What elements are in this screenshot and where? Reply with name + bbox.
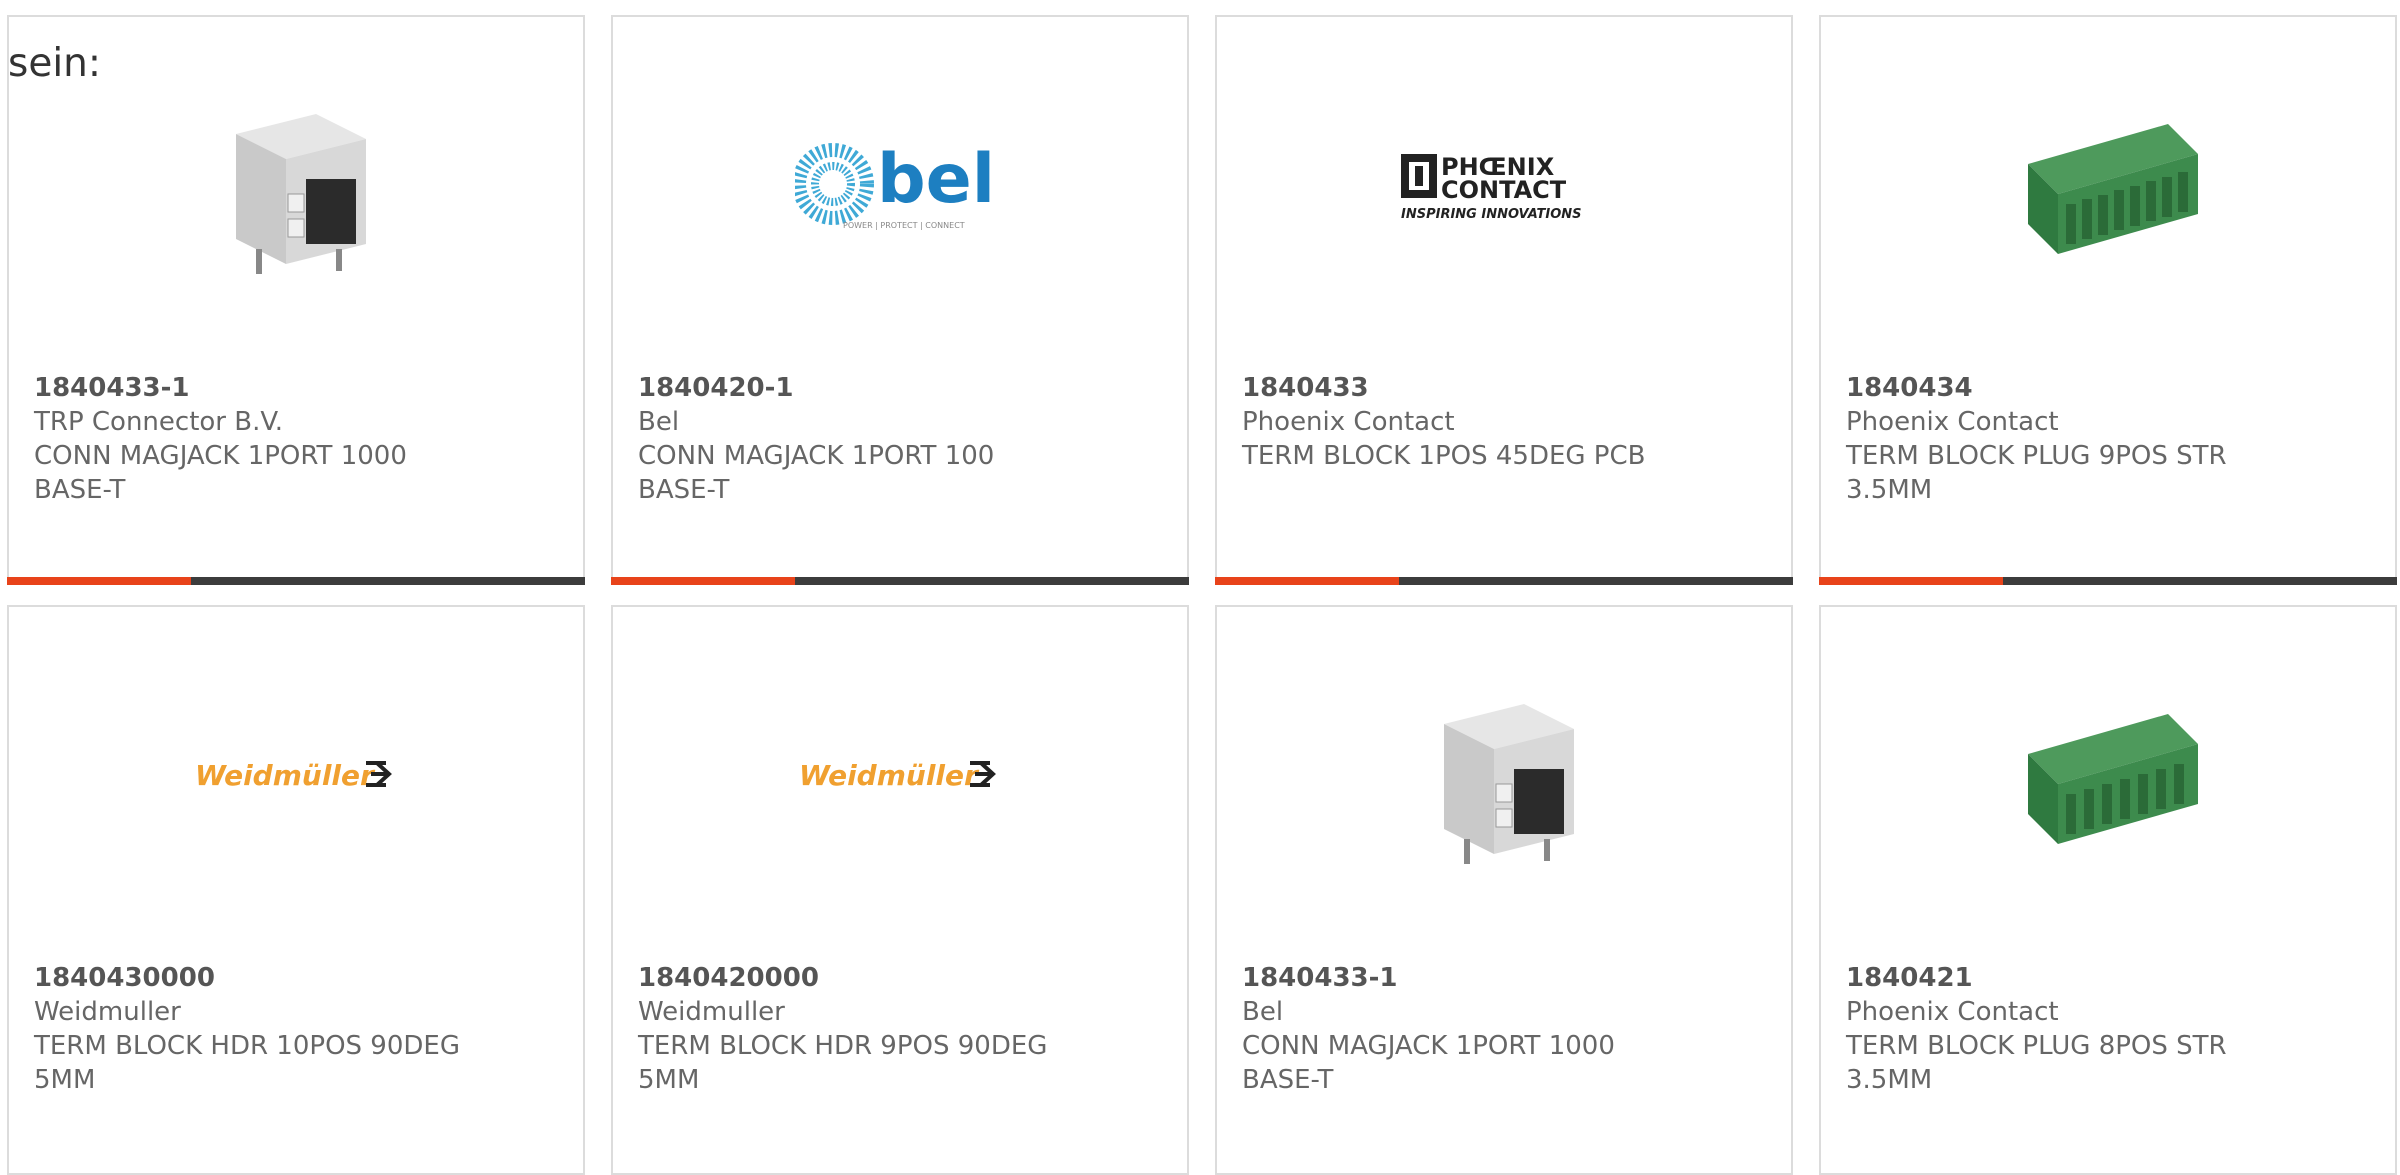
card-bottom-bar [1819, 577, 2397, 585]
product-image[interactable] [1217, 671, 1791, 877]
manufacturer: Phoenix Contact [1846, 407, 2059, 437]
svg-text:CONTACT: CONTACT [1441, 176, 1567, 204]
card-accent-bar [1215, 577, 1399, 585]
manufacturer: Bel [1242, 997, 1284, 1027]
svg-text:Weidmüller: Weidmüller [195, 759, 376, 792]
svg-text:POWER | PROTECT | CONNECT: POWER | PROTECT | CONNECT [843, 221, 965, 230]
product-image[interactable] [1821, 671, 2395, 877]
description-line: BASE-T [1242, 1065, 1334, 1095]
weidmuller-logo: Weidmüller [195, 759, 392, 792]
product-image[interactable]: PHŒNIX CONTACT INSPIRING INNOVATIONS [1217, 81, 1791, 287]
product-card[interactable]: bel POWER | PROTECT | CONNECT 1840420-1 … [611, 15, 1189, 585]
card-accent-bar [7, 577, 191, 585]
section-heading: sein: [8, 41, 102, 86]
part-number[interactable]: 1840433-1 [1242, 961, 1762, 995]
manufacturer: Weidmuller [34, 997, 181, 1027]
part-number[interactable]: 1840420000 [638, 961, 1158, 995]
description-line: TERM BLOCK HDR 10POS 90DEG [34, 1031, 460, 1061]
product-image[interactable] [9, 81, 583, 287]
part-number[interactable]: 1840433-1 [34, 371, 554, 405]
card-accent-bar [611, 577, 795, 585]
part-number[interactable]: 1840433 [1242, 371, 1762, 405]
product-image[interactable] [1821, 81, 2395, 287]
description-line: 3.5MM [1846, 475, 1933, 505]
rj45-magjack-image [236, 114, 366, 274]
svg-text:INSPIRING INNOVATIONS: INSPIRING INNOVATIONS [1401, 207, 1582, 222]
svg-text:Weidmüller: Weidmüller [799, 759, 980, 792]
bel-logo: bel POWER | PROTECT | CONNECT [795, 140, 995, 230]
product-card[interactable]: 1840421 Phoenix Contact TERM BLOCK PLUG … [1819, 605, 2397, 1175]
description-line: 5MM [638, 1065, 700, 1095]
manufacturer: Weidmuller [638, 997, 785, 1027]
description-line: CONN MAGJACK 1PORT 100 [638, 441, 995, 471]
part-number[interactable]: 1840420-1 [638, 371, 1158, 405]
weidmuller-logo: Weidmüller [799, 759, 996, 792]
manufacturer: Phoenix Contact [1242, 407, 1455, 437]
product-image[interactable]: Weidmüller [9, 671, 583, 877]
product-card[interactable]: Weidmüller 1840420000 Weidmuller TERM BL… [611, 605, 1189, 1175]
product-card[interactable]: 1840434 Phoenix Contact TERM BLOCK PLUG … [1819, 15, 2397, 585]
phoenix-contact-logo: PHŒNIX CONTACT INSPIRING INNOVATIONS [1401, 153, 1582, 222]
description-line: CONN MAGJACK 1PORT 1000 [34, 441, 407, 471]
product-card[interactable]: 1840433-1 Bel CONN MAGJACK 1PORT 1000 BA… [1215, 605, 1793, 1175]
terminal-block-plug-image [2028, 124, 2198, 254]
manufacturer: Phoenix Contact [1846, 997, 2059, 1027]
terminal-block-plug-image [2028, 714, 2198, 844]
product-card[interactable]: PHŒNIX CONTACT INSPIRING INNOVATIONS 184… [1215, 15, 1793, 585]
product-card[interactable]: 1840433-1 TRP Connector B.V. CONN MAGJAC… [7, 15, 585, 585]
card-accent-bar [1819, 577, 2003, 585]
card-bottom-bar [1215, 577, 1793, 585]
description-line: CONN MAGJACK 1PORT 1000 [1242, 1031, 1615, 1061]
description-line: TERM BLOCK PLUG 9POS STR [1846, 441, 2227, 471]
product-image[interactable]: Weidmüller [613, 671, 1187, 877]
description-line: BASE-T [638, 475, 730, 505]
description-line: BASE-T [34, 475, 126, 505]
manufacturer: TRP Connector B.V. [34, 407, 284, 437]
part-number[interactable]: 1840421 [1846, 961, 2366, 995]
svg-text:bel: bel [877, 140, 995, 219]
rj45-magjack-image [1444, 704, 1574, 864]
description-line: 3.5MM [1846, 1065, 1933, 1095]
product-image[interactable]: bel POWER | PROTECT | CONNECT [613, 81, 1187, 287]
card-bottom-bar [7, 577, 585, 585]
part-number[interactable]: 1840434 [1846, 371, 2366, 405]
description-line: TERM BLOCK 1POS 45DEG PCB [1242, 441, 1646, 471]
description-line: TERM BLOCK HDR 9POS 90DEG [638, 1031, 1048, 1061]
product-card[interactable]: Weidmüller 1840430000 Weidmuller TERM BL… [7, 605, 585, 1175]
description-line: 5MM [34, 1065, 96, 1095]
description-line: TERM BLOCK PLUG 8POS STR [1846, 1031, 2227, 1061]
card-bottom-bar [611, 577, 1189, 585]
manufacturer: Bel [638, 407, 680, 437]
part-number[interactable]: 1840430000 [34, 961, 554, 995]
